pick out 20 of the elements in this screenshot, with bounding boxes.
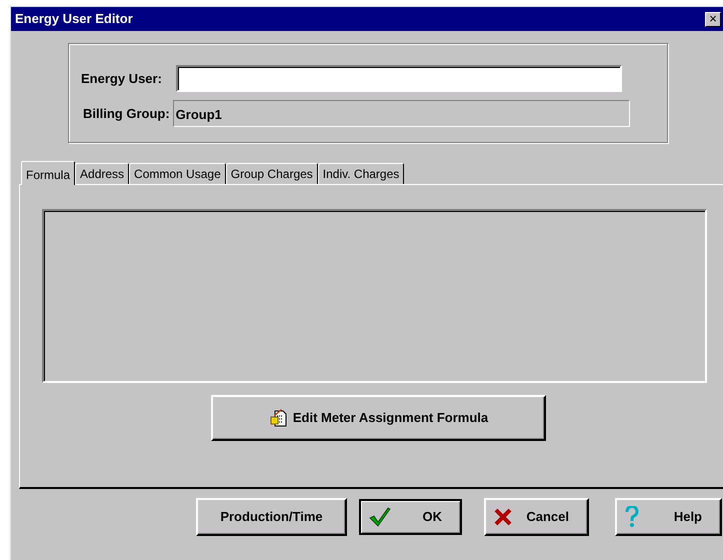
tab[interactable]: Common Usage (129, 163, 226, 184)
checkmark-icon (369, 507, 391, 527)
tab[interactable]: Address (75, 163, 130, 184)
billing-group-field: Group1 (172, 100, 630, 127)
cancel-button[interactable]: Cancel (484, 498, 589, 536)
help-button[interactable]: Help (615, 498, 722, 536)
tab[interactable]: Indiv. Charges (318, 163, 404, 184)
question-mark-icon (625, 506, 639, 528)
field-label: Billing Group: (83, 104, 170, 123)
document-pencil-icon (268, 408, 289, 428)
production-time-button[interactable]: Production/Time (196, 498, 347, 536)
x-mark-icon (494, 508, 512, 526)
close-button[interactable]: × (705, 12, 721, 26)
window-title: Energy User Editor (15, 10, 133, 28)
tab[interactable]: Formula (21, 161, 76, 185)
ok-button[interactable]: OK (359, 499, 462, 535)
energy-user-field[interactable] (176, 65, 622, 92)
edit-formula-button[interactable]: Edit Meter Assignment Formula (211, 395, 546, 441)
tab[interactable]: Group Charges (226, 163, 318, 184)
field-label: Energy User: (81, 70, 162, 88)
